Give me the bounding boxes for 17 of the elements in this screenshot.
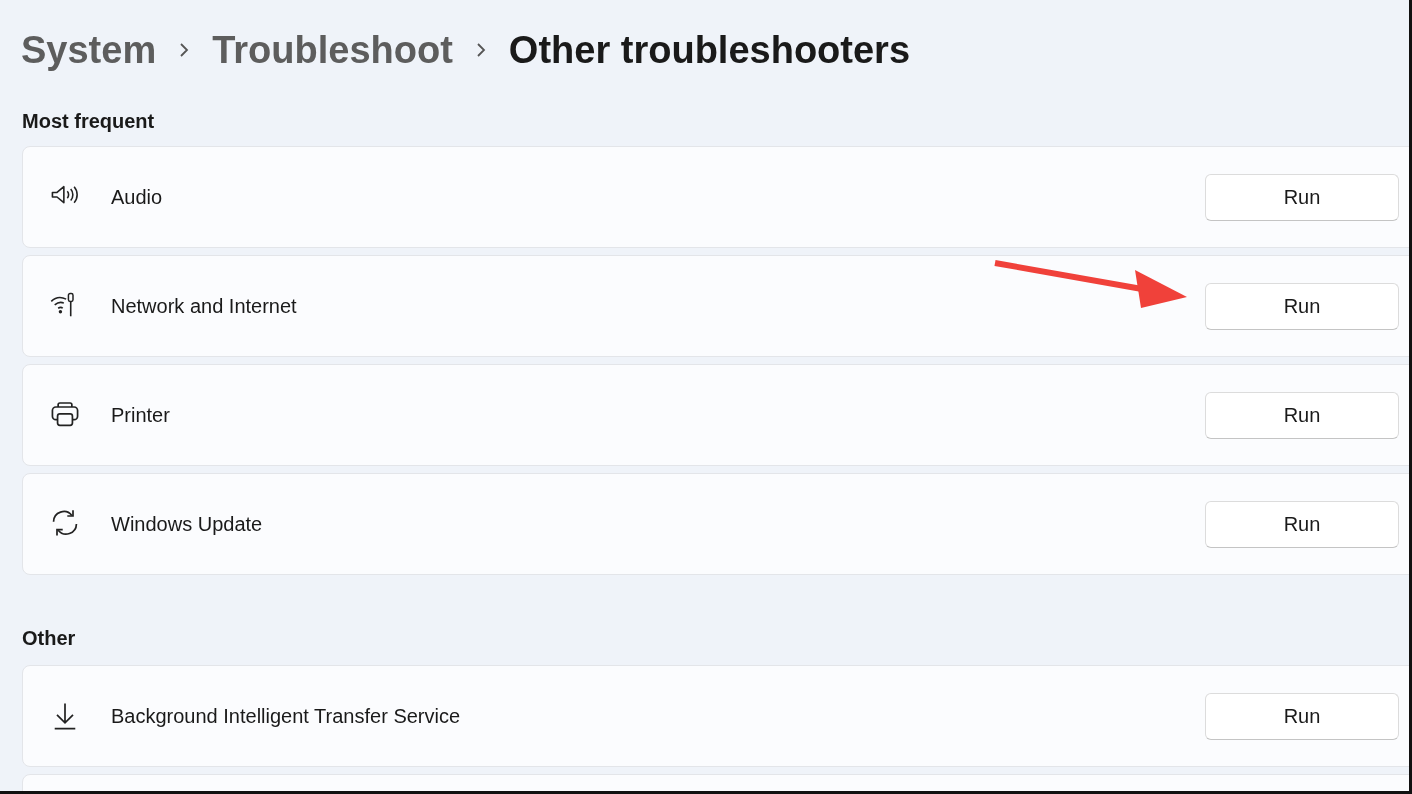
troubleshooter-name: Printer (111, 403, 171, 428)
troubleshooter-name: Network and Internet (111, 294, 298, 319)
breadcrumb-link[interactable]: Troubleshoot (212, 21, 453, 79)
run-button[interactable]: Run (1205, 692, 1399, 740)
troubleshooter-name: Audio (111, 185, 164, 210)
section-heading: Most frequent (22, 109, 155, 134)
run-button[interactable]: Run (1205, 500, 1399, 548)
run-button[interactable]: Run (1205, 173, 1399, 221)
chevron-right-icon (474, 41, 487, 59)
section-heading: Other (22, 626, 76, 651)
breadcrumb-link[interactable]: System (21, 21, 157, 79)
troubleshooter-name: Background Intelligent Transfer Service (111, 704, 462, 729)
run-button[interactable]: Run (1205, 282, 1399, 330)
page-title: Other troubleshooters (508, 27, 910, 73)
chevron-right-icon (178, 41, 191, 59)
troubleshooter-name: Windows Update (111, 512, 264, 537)
run-button[interactable]: Run (1205, 391, 1399, 439)
